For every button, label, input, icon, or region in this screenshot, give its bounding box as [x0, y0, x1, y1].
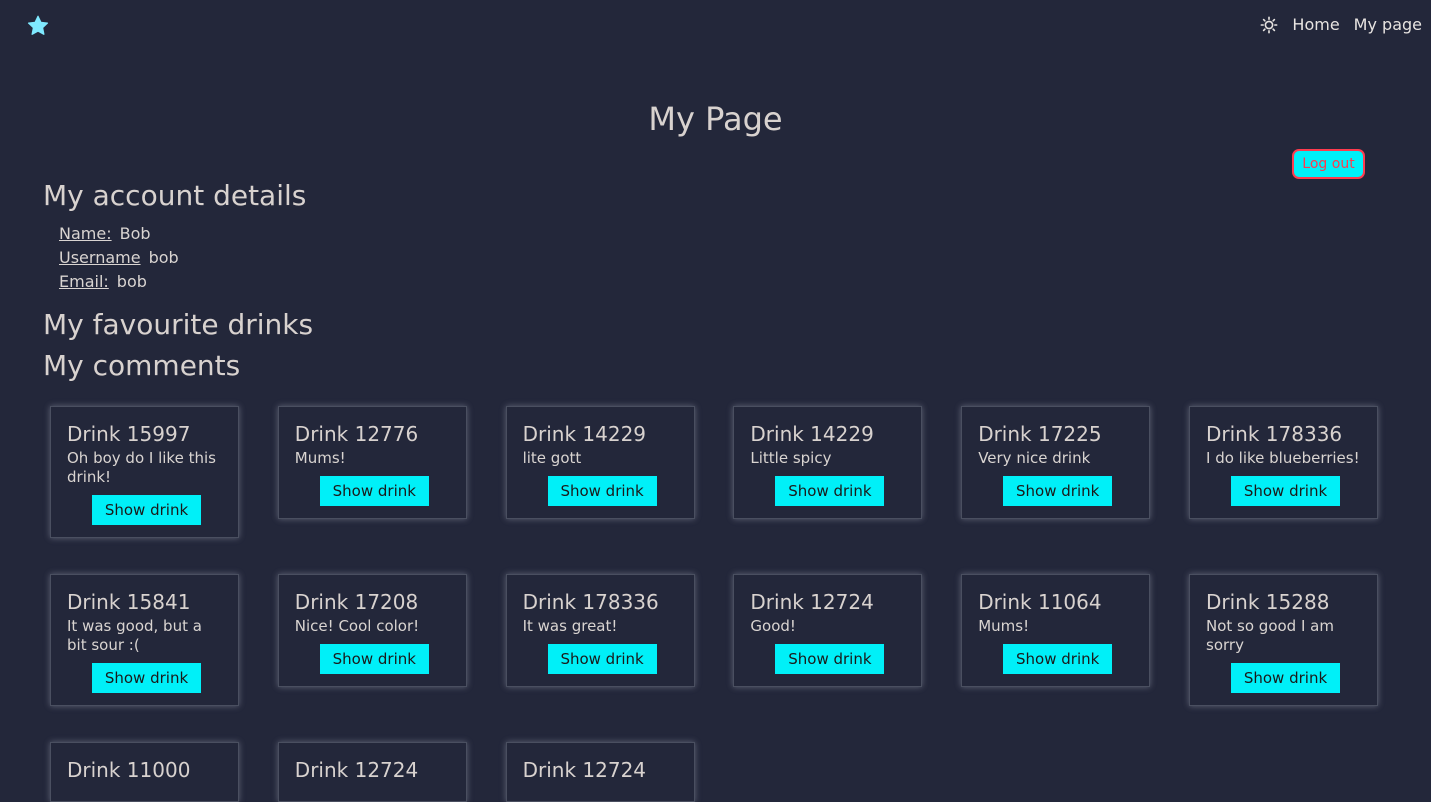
comment-card: Drink 11000	[50, 742, 239, 802]
comment-drink-title: Drink 178336	[522, 590, 659, 614]
comment-card: Drink 11064 Mums! Show drink	[961, 574, 1151, 687]
comment-drink-title: Drink 15841	[67, 590, 191, 614]
show-drink-button[interactable]: Show drink	[1231, 476, 1340, 506]
top-navbar: Home My page	[0, 0, 1431, 52]
show-drink-button[interactable]: Show drink	[775, 644, 885, 674]
comment-text: Mums!	[294, 449, 346, 467]
comment-card: Drink 12776 Mums! Show drink	[277, 406, 467, 519]
show-drink-button[interactable]: Show drink	[775, 476, 885, 506]
comment-drink-title: Drink 178336	[1206, 422, 1343, 446]
detail-value: bob	[148, 248, 179, 267]
comment-card: Drink 12724	[277, 742, 467, 802]
sun-icon[interactable]	[1260, 16, 1278, 34]
comment-drink-title: Drink 12724	[750, 590, 874, 614]
detail-label: Name:	[59, 224, 112, 243]
comment-drink-title: Drink 12724	[294, 758, 419, 782]
detail-row-email: Email: bob	[59, 270, 179, 294]
detail-value: bob	[116, 272, 147, 291]
comment-drink-title: Drink 17225	[978, 422, 1102, 446]
comment-text: Mums!	[978, 617, 1030, 635]
comment-card: Drink 14229 Little spicy Show drink	[733, 406, 923, 519]
nav-links: Home My page	[1260, 15, 1422, 34]
comment-text: Oh boy do I like this drink!	[67, 449, 216, 486]
show-drink-button[interactable]: Show drink	[547, 476, 657, 506]
page-title: My Page	[648, 100, 783, 138]
show-drink-button[interactable]: Show drink	[1231, 663, 1340, 693]
comment-text: Little spicy	[750, 449, 832, 467]
show-drink-button[interactable]: Show drink	[319, 644, 429, 674]
logout-button[interactable]: Log out	[1292, 149, 1365, 179]
comment-card: Drink 12724 Good! Show drink	[733, 574, 923, 687]
comment-text: lite gott	[522, 449, 582, 467]
comment-text: I do like blueberries!	[1206, 449, 1360, 467]
comment-drink-title: Drink 12724	[522, 758, 647, 782]
comment-text: Very nice drink	[978, 449, 1091, 467]
comment-card: Drink 17225 Very nice drink Show drink	[961, 406, 1151, 519]
detail-value: Bob	[119, 224, 151, 243]
comment-card: Drink 15288 Not so good I am sorry Show dr…	[1189, 574, 1378, 706]
comment-card: Drink 12724	[505, 742, 695, 802]
comment-text: Not so good I am sorry	[1206, 617, 1334, 654]
detail-row-username: Username bob	[59, 246, 179, 270]
comment-drink-title: Drink 14229	[522, 422, 647, 446]
comment-text: It was great!	[522, 617, 618, 635]
comments-heading: My comments	[43, 349, 241, 382]
comment-card: Drink 178336 I do like blueberries! Show d…	[1189, 406, 1378, 519]
show-drink-button[interactable]: Show drink	[547, 644, 657, 674]
comment-drink-title: Drink 15288	[1206, 590, 1330, 614]
show-drink-button[interactable]: Show drink	[1003, 476, 1113, 506]
detail-label: Username	[59, 248, 141, 267]
comment-drink-title: Drink 11064	[978, 590, 1102, 614]
detail-row-name: Name: Bob	[59, 222, 179, 246]
comment-card: Drink 14229 lite gott Show drink	[505, 406, 695, 519]
show-drink-button[interactable]: Show drink	[92, 495, 201, 525]
comment-drink-title: Drink 11000	[67, 758, 191, 782]
nav-home-link[interactable]: Home	[1292, 15, 1339, 34]
comment-text: Nice! Cool color!	[294, 617, 420, 635]
show-drink-button[interactable]: Show drink	[319, 476, 429, 506]
show-drink-button[interactable]: Show drink	[92, 663, 201, 693]
comment-card: Drink 17208 Nice! Cool color! Show drink	[277, 574, 467, 687]
comment-card: Drink 15841 It was good, but a bit sour :…	[50, 574, 239, 706]
favourite-drinks-heading: My favourite drinks	[43, 308, 314, 341]
comment-card: Drink 178336 It was great! Show drink	[505, 574, 695, 687]
comment-text: It was good, but a bit sour :(	[67, 617, 202, 654]
account-details: Name: Bob Username bob Email: bob	[59, 222, 179, 294]
comment-drink-title: Drink 15997	[67, 422, 191, 446]
comment-drink-title: Drink 14229	[750, 422, 874, 446]
comment-text: Good!	[750, 617, 796, 635]
comment-drink-title: Drink 12776	[294, 422, 419, 446]
detail-label: Email:	[59, 272, 109, 291]
star-icon[interactable]	[26, 14, 50, 38]
comment-drink-title: Drink 17208	[294, 590, 419, 614]
nav-my-page-link[interactable]: My page	[1354, 15, 1422, 34]
account-details-heading: My account details	[43, 179, 307, 212]
show-drink-button[interactable]: Show drink	[1003, 644, 1113, 674]
comment-card: Drink 15997 Oh boy do I like this drink! S…	[50, 406, 239, 538]
